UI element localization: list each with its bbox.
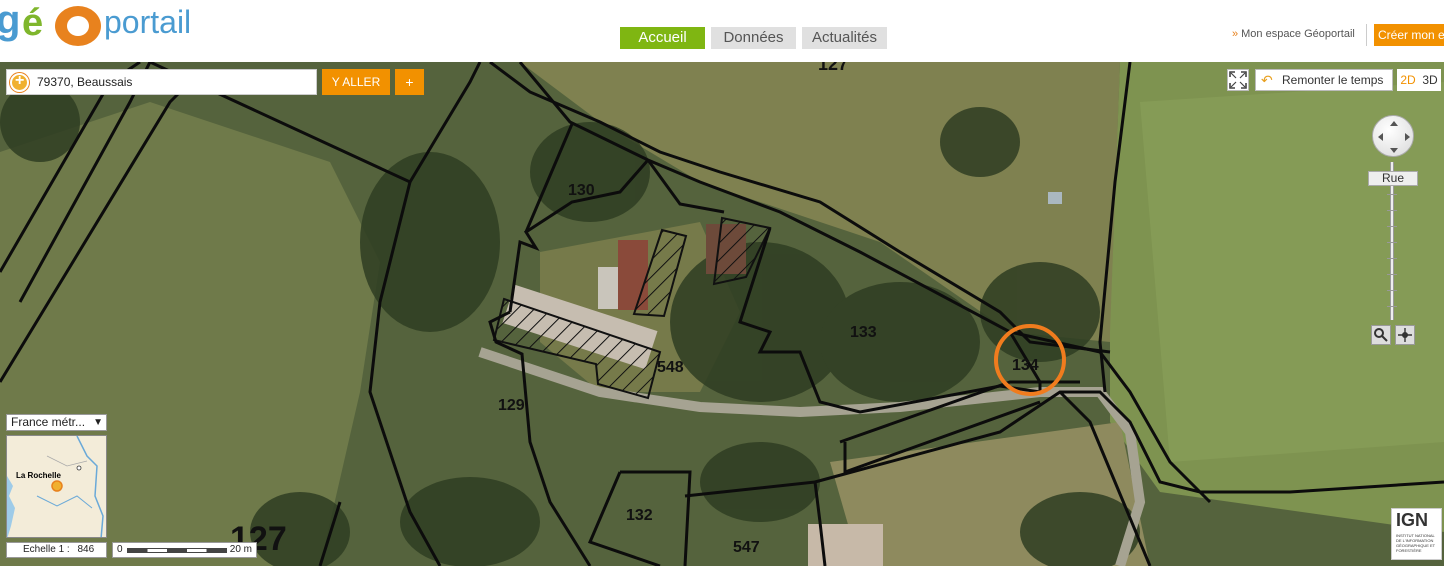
view-2d-toggle[interactable]: 2D bbox=[1397, 69, 1419, 91]
logo-g-letter: g bbox=[0, 0, 20, 42]
go-button[interactable]: Y ALLER bbox=[322, 69, 390, 95]
ign-logo-subtitle: INSTITUT NATIONAL DE L'INFORMATION GÉOGR… bbox=[1396, 533, 1436, 553]
logo-portail-text: portail bbox=[104, 4, 192, 40]
fullscreen-icon[interactable] bbox=[1227, 69, 1249, 91]
zoom-box-icon[interactable] bbox=[1371, 325, 1391, 345]
minimap-city-label: La Rochelle bbox=[16, 471, 61, 480]
zoom-tick bbox=[1387, 226, 1397, 227]
search-box bbox=[6, 69, 317, 95]
scale-bar: 0 20 m bbox=[112, 542, 257, 558]
parcel-547: 547 bbox=[733, 539, 760, 556]
parcel-134: 134 bbox=[1012, 357, 1039, 374]
header-divider bbox=[1366, 24, 1367, 46]
zoom-tick bbox=[1387, 258, 1397, 259]
mon-espace-link[interactable]: » Mon espace Géoportail bbox=[1232, 28, 1355, 40]
locate-icon[interactable] bbox=[10, 72, 29, 92]
geoportail-logo[interactable]: g é portail bbox=[0, 0, 220, 50]
create-space-button[interactable]: Créer mon espace bbox=[1374, 24, 1444, 46]
overview-minimap[interactable]: La Rochelle bbox=[6, 435, 107, 538]
scale-ratio-value: 846 bbox=[77, 544, 95, 555]
parcel-130: 130 bbox=[568, 182, 595, 199]
map-view[interactable]: 127 130 133 134 548 129 132 547 127 Y AL… bbox=[0, 62, 1444, 566]
more-options-button[interactable]: + bbox=[395, 69, 424, 95]
scale-ratio: Echelle 1 : 846 bbox=[6, 542, 107, 558]
scale-bar-graphic bbox=[127, 548, 227, 553]
aerial-map: 127 130 133 134 548 129 132 547 127 bbox=[0, 62, 1444, 566]
scale-ratio-label: Echelle 1 : bbox=[23, 544, 70, 555]
zoom-tick bbox=[1387, 242, 1397, 243]
scale-bar-start: 0 bbox=[117, 544, 123, 555]
tab-donnees[interactable]: Données bbox=[711, 27, 796, 49]
mon-espace-label: Mon espace Géoportail bbox=[1241, 28, 1355, 40]
dropdown-arrow-icon: ▼ bbox=[93, 417, 103, 428]
pan-control[interactable] bbox=[1372, 115, 1414, 157]
territory-select[interactable]: France métr... ▼ bbox=[6, 414, 107, 431]
zoom-tick bbox=[1387, 306, 1397, 307]
parcel-133: 133 bbox=[850, 324, 877, 341]
tab-accueil[interactable]: Accueil bbox=[620, 27, 705, 49]
geoportail-window: g é portail Accueil Données Actualités »… bbox=[0, 0, 1444, 566]
view-3d-toggle[interactable]: 3D bbox=[1419, 69, 1441, 91]
zoom-level-label[interactable]: Rue bbox=[1368, 171, 1418, 186]
scale-bar-end: 20 m bbox=[229, 544, 252, 555]
chevron-right-icon: » bbox=[1232, 28, 1239, 40]
territory-value: France métr... bbox=[11, 415, 86, 429]
logo-e-letter: é bbox=[22, 2, 44, 44]
zoom-tick bbox=[1387, 290, 1397, 291]
remonter-le-temps-button[interactable]: ↶ Remonter le temps bbox=[1255, 69, 1393, 91]
zoom-tick bbox=[1387, 274, 1397, 275]
parcel-129: 129 bbox=[498, 397, 525, 414]
ign-logo[interactable]: IGN INSTITUT NATIONAL DE L'INFORMATION G… bbox=[1391, 508, 1442, 560]
parcel-548: 548 bbox=[657, 359, 684, 376]
tab-actualites[interactable]: Actualités bbox=[802, 27, 887, 49]
parcel-127-top: 127 bbox=[818, 62, 848, 74]
undo-arrow-icon: ↶ bbox=[1261, 72, 1273, 88]
search-input[interactable] bbox=[37, 73, 312, 91]
crosshair-icon[interactable] bbox=[1395, 325, 1415, 345]
zoom-tick bbox=[1387, 210, 1397, 211]
parcel-132: 132 bbox=[626, 507, 653, 524]
logo-o-inner bbox=[67, 16, 89, 36]
header: g é portail Accueil Données Actualités »… bbox=[0, 0, 1444, 62]
remonter-label: Remonter le temps bbox=[1282, 73, 1384, 87]
ign-logo-name: IGN bbox=[1396, 510, 1429, 530]
zoom-tick bbox=[1387, 194, 1397, 195]
